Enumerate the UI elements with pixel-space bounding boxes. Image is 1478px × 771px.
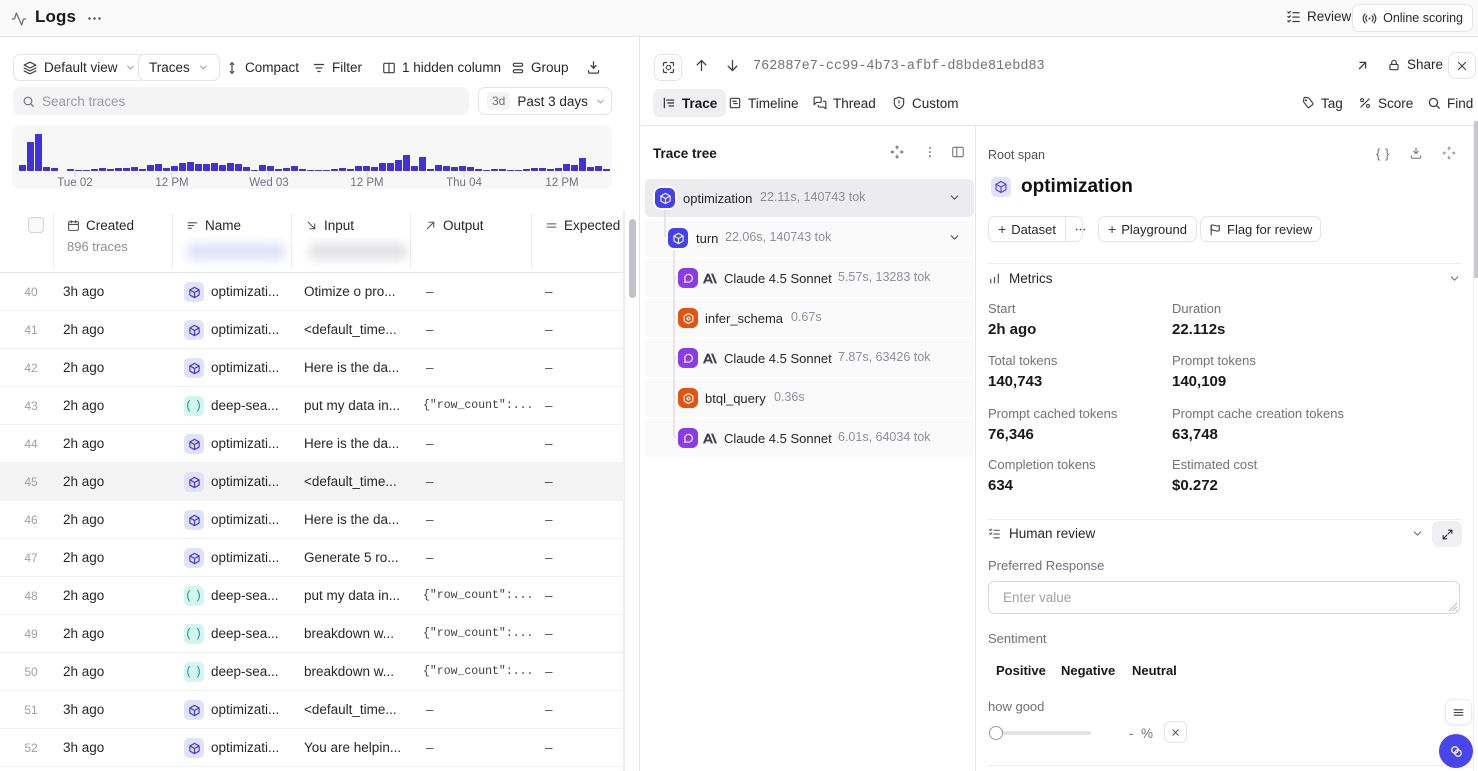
svg-text:12 PM: 12 PM (350, 177, 383, 189)
svg-text:Thu 04: Thu 04 (446, 177, 482, 189)
svg-text:Wed 03: Wed 03 (249, 177, 288, 189)
svg-text:12 PM: 12 PM (155, 177, 188, 189)
svg-text:Tue 02: Tue 02 (57, 177, 92, 189)
svg-text:12 PM: 12 PM (545, 177, 578, 189)
